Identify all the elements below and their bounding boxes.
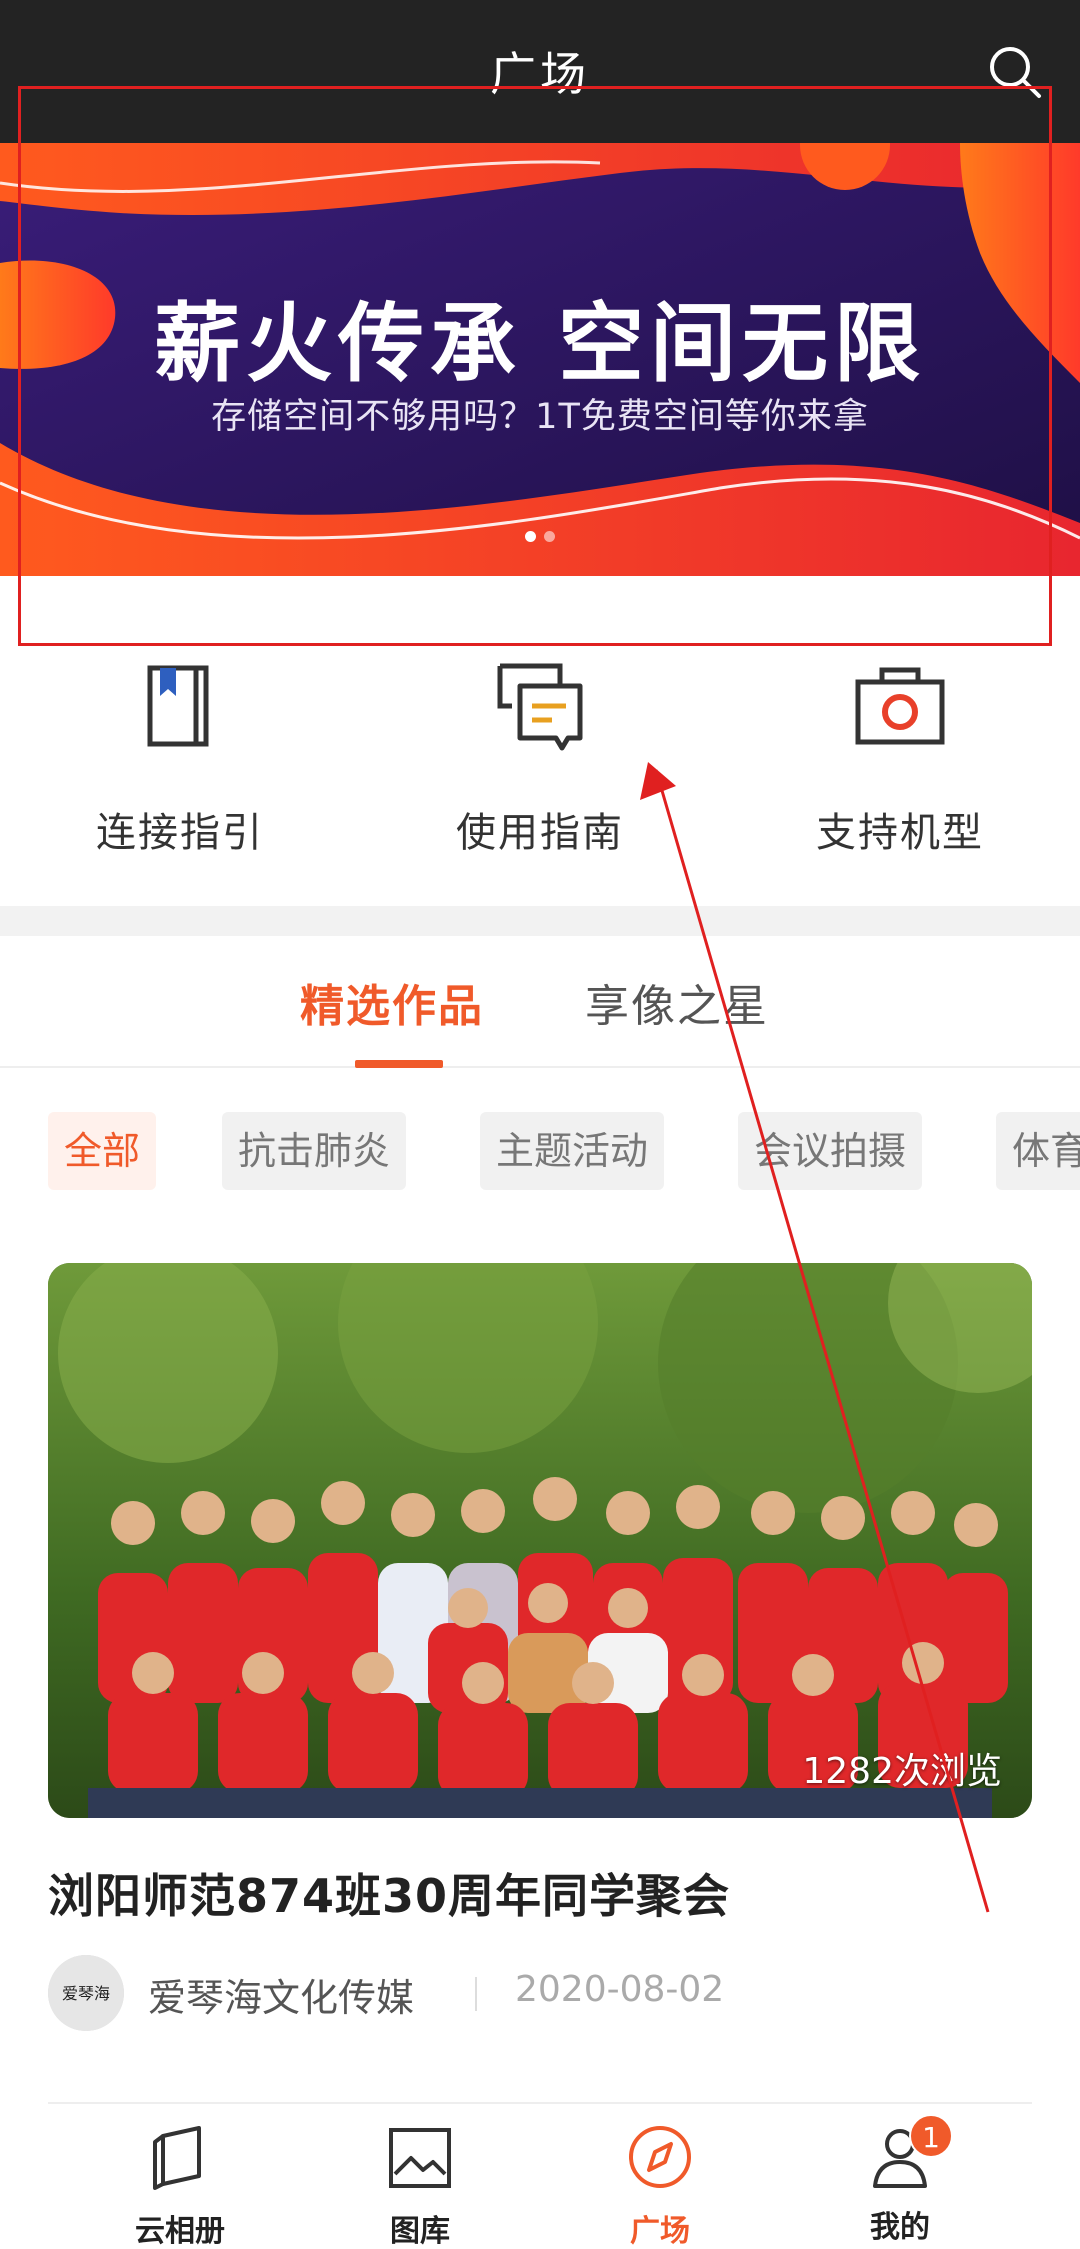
view-count: 1282次浏览	[802, 1751, 1002, 1792]
quick-action-label: 支持机型	[816, 810, 984, 856]
nav-item-mine[interactable]: 1 我的	[780, 2114, 1020, 2246]
author-avatar[interactable]: 爱琴海	[48, 1955, 124, 2031]
nav-label: 图库	[390, 2214, 450, 2249]
banner-title: 薪火传承 空间无限	[154, 294, 926, 394]
page-title: 广场	[490, 47, 590, 101]
post-meta: 爱琴海 爱琴海文化传媒 2020-08-02	[48, 1955, 1032, 2031]
bookmark-book-icon	[147, 665, 209, 747]
nav-item-gallery[interactable]: 图库	[300, 2122, 540, 2249]
bottom-navigation: 云相册 图库 广场 1 我的	[0, 2106, 1080, 2249]
content-tabs: 精选作品 享像之星	[0, 936, 1080, 1068]
search-button[interactable]	[985, 42, 1045, 102]
tab-featured-works[interactable]: 精选作品	[300, 970, 484, 1034]
author-name[interactable]: 爱琴海文化传媒	[148, 1967, 414, 2022]
pagination-dot-active	[525, 531, 536, 542]
nav-label: 我的	[870, 2210, 930, 2245]
album-icon	[153, 2126, 201, 2190]
quick-actions: 连接指引 使用指南 支持机型	[0, 576, 1080, 906]
post-date: 2020-08-02	[515, 1969, 725, 2010]
card-divider	[48, 2102, 1032, 2104]
nav-item-cloud-album[interactable]: 云相册	[60, 2122, 300, 2249]
tab-star-photographers[interactable]: 享像之星	[585, 970, 769, 1034]
filter-chip-all[interactable]: 全部	[48, 1112, 157, 1190]
banner-subtitle: 存储空间不够用吗？1T免费空间等你来拿	[211, 397, 869, 437]
filter-chip-conference[interactable]: 会议拍摄	[738, 1112, 923, 1190]
compass-icon	[629, 2126, 691, 2188]
avatar-logo: 爱琴海	[48, 1955, 124, 2031]
quick-action-supported-models[interactable]: 支持机型	[720, 656, 1080, 858]
camera-icon	[855, 667, 945, 745]
nav-label: 云相册	[135, 2214, 225, 2249]
quick-action-user-guide[interactable]: 使用指南	[360, 656, 720, 858]
banner-pagination	[0, 531, 1080, 542]
promo-banner[interactable]: 薪火传承 空间无限 存储空间不够用吗？1T免费空间等你来拿	[0, 143, 1080, 576]
notification-badge: 1	[909, 2114, 953, 2158]
search-icon	[990, 47, 1041, 98]
quick-action-label: 连接指引	[96, 810, 264, 856]
post-title[interactable]: 浏阳师范874班30周年同学聚会	[48, 1860, 730, 1926]
filter-chip-theme-events[interactable]: 主题活动	[480, 1112, 665, 1190]
top-bar: 广场	[0, 0, 1080, 143]
avatar-text: 爱琴海	[62, 1984, 110, 2003]
meta-divider	[475, 1977, 477, 2011]
featured-photo[interactable]: 1282次浏览	[48, 1263, 1032, 1818]
nav-item-plaza[interactable]: 广场	[540, 2122, 780, 2249]
pagination-dot	[544, 531, 555, 542]
group-photo-image	[48, 1263, 1032, 1818]
quick-action-label: 使用指南	[456, 810, 624, 856]
filter-chip-covid[interactable]: 抗击肺炎	[222, 1112, 407, 1190]
quick-action-connect-guide[interactable]: 连接指引	[0, 656, 360, 858]
active-tab-indicator	[355, 1060, 443, 1068]
filter-chip-sports[interactable]: 体育	[996, 1112, 1080, 1190]
nav-label: 广场	[630, 2214, 690, 2249]
user-icon-wrap: 1	[865, 2114, 953, 2192]
section-divider	[0, 906, 1080, 936]
chat-guide-icon	[497, 663, 583, 751]
category-filters: 全部 抗击肺炎 主题活动 会议拍摄 体育	[0, 1112, 1080, 1192]
gallery-icon	[389, 2128, 451, 2188]
